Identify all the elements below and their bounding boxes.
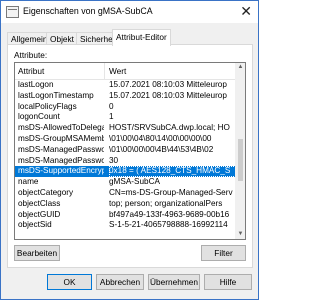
scrollbar-thumb[interactable] (238, 139, 243, 181)
attributes-label: Attribute: (14, 50, 48, 60)
attribute-name: msDS-SupportedEncryptionTypes (18, 166, 104, 176)
properties-window: Eigenschaften von gMSA-SubCA ✕ Allgemein… (0, 0, 259, 300)
window-title: Eigenschaften von gMSA-SubCA (23, 6, 153, 16)
help-button[interactable]: Hilfe (204, 274, 252, 290)
attribute-value: 15.07.2021 08:10:03 Mitteleurop (109, 90, 227, 100)
filter-button[interactable]: Filter (201, 245, 246, 261)
table-row-selected[interactable]: msDS-SupportedEncryptionTypes 0x18 = ( AE… (15, 166, 236, 178)
attribute-rows: lastLogon 15.07.2021 08:10:03 Mitteleurop… (15, 80, 236, 231)
attribute-value: 1 (109, 112, 114, 122)
attribute-value: 0x18 = ( AES128_CTS_HMAC_S (109, 166, 236, 178)
table-row[interactable]: objectGUID bf497a49-133f-4963-9689-00b16 (15, 210, 236, 221)
attribute-value: \01\00\04\80\14\00\00\00\00 (109, 133, 212, 143)
attribute-value: CN=ms-DS-Group-Managed-Serv (109, 187, 233, 197)
table-row[interactable]: lastLogon 15.07.2021 08:10:03 Mitteleurop (15, 80, 236, 91)
attribute-name: name (18, 177, 39, 187)
table-row[interactable]: name gMSA-SubCA (15, 177, 236, 188)
attribute-value: HOST/SRVSubCA.dwp.local; HO (109, 123, 230, 133)
attribute-value: S-1-5-21-4065798888-16992114 (109, 220, 228, 230)
attribute-value: bf497a49-133f-4963-9689-00b16 (109, 209, 230, 219)
attribute-name: lastLogon (18, 80, 54, 89)
attribute-list[interactable]: Attribut Wert lastLogon 15.07.2021 08:10:… (14, 62, 246, 240)
ok-button[interactable]: OK (47, 274, 92, 290)
attribute-value: 30 (109, 155, 119, 165)
vertical-scrollbar[interactable]: ▲ ▼ (235, 63, 245, 239)
attribute-name: localPolicyFlags (18, 101, 77, 111)
attribute-name: msDS-AllowedToDelegateTo (18, 123, 104, 133)
cancel-button[interactable]: Abbrechen (96, 274, 144, 290)
list-header: Attribut Wert (15, 63, 236, 80)
attribute-value: 15.07.2021 08:10:03 Mitteleurop (109, 80, 227, 89)
table-row[interactable]: msDS-ManagedPasswordInterval 30 (15, 156, 236, 167)
table-row[interactable]: lastLogonTimestamp 15.07.2021 08:10:03 Mi… (15, 91, 236, 102)
attribute-name: objectClass (18, 198, 61, 208)
table-row[interactable]: msDS-AllowedToDelegateTo HOST/SRVSubCA.dw… (15, 123, 236, 134)
dialog-body: Allgemein Objekt Sicherheit Attribut-Edi… (1, 23, 258, 299)
attribute-editor-panel: Attribute: Attribut Wert lastLogon 15.07.… (7, 44, 253, 268)
window-icon (6, 6, 19, 18)
table-row[interactable]: objectClass top; person; organizationalPe… (15, 199, 236, 210)
tab-attribut-editor[interactable]: Attribut-Editor (112, 29, 171, 46)
close-icon[interactable]: ✕ (240, 2, 252, 20)
apply-button[interactable]: Übernehmen (148, 274, 200, 290)
attribute-value: 0 (109, 101, 114, 111)
column-separator[interactable] (104, 63, 105, 79)
attribute-name: objectCategory (18, 187, 74, 197)
attribute-value: \01\00\00\00\4B\44\53\4B\02 (109, 144, 214, 154)
attribute-name: msDS-GroupMSAMembership (18, 133, 104, 143)
attribute-name: objectGUID (18, 209, 61, 219)
attribute-name: lastLogonTimestamp (18, 90, 94, 100)
title-bar[interactable]: Eigenschaften von gMSA-SubCA ✕ (1, 1, 258, 23)
table-row[interactable]: logonCount 1 (15, 112, 236, 123)
scroll-up-icon[interactable]: ▲ (236, 63, 245, 72)
table-row[interactable]: msDS-GroupMSAMembership \01\00\04\80\14\0… (15, 134, 236, 145)
attribute-name: msDS-ManagedPasswordId (18, 144, 104, 154)
attribute-name: logonCount (18, 112, 60, 122)
table-row[interactable]: objectSid S-1-5-21-4065798888-16992114 (15, 220, 236, 231)
column-header-wert[interactable]: Wert (109, 66, 126, 76)
table-row[interactable]: localPolicyFlags 0 (15, 102, 236, 113)
attribute-value: top; person; organizationalPers (109, 198, 223, 208)
attribute-value: gMSA-SubCA (109, 177, 160, 187)
attribute-name: objectSid (18, 220, 52, 230)
table-row[interactable]: msDS-ManagedPasswordId \01\00\00\00\4B\44… (15, 145, 236, 156)
scroll-down-icon[interactable]: ▼ (236, 230, 245, 239)
column-header-attribut[interactable]: Attribut (18, 66, 44, 76)
table-row[interactable]: objectCategory CN=ms-DS-Group-Managed-Ser… (15, 188, 236, 199)
attribute-name: msDS-ManagedPasswordInterval (18, 155, 104, 165)
edit-button[interactable]: Bearbeiten (14, 245, 60, 261)
